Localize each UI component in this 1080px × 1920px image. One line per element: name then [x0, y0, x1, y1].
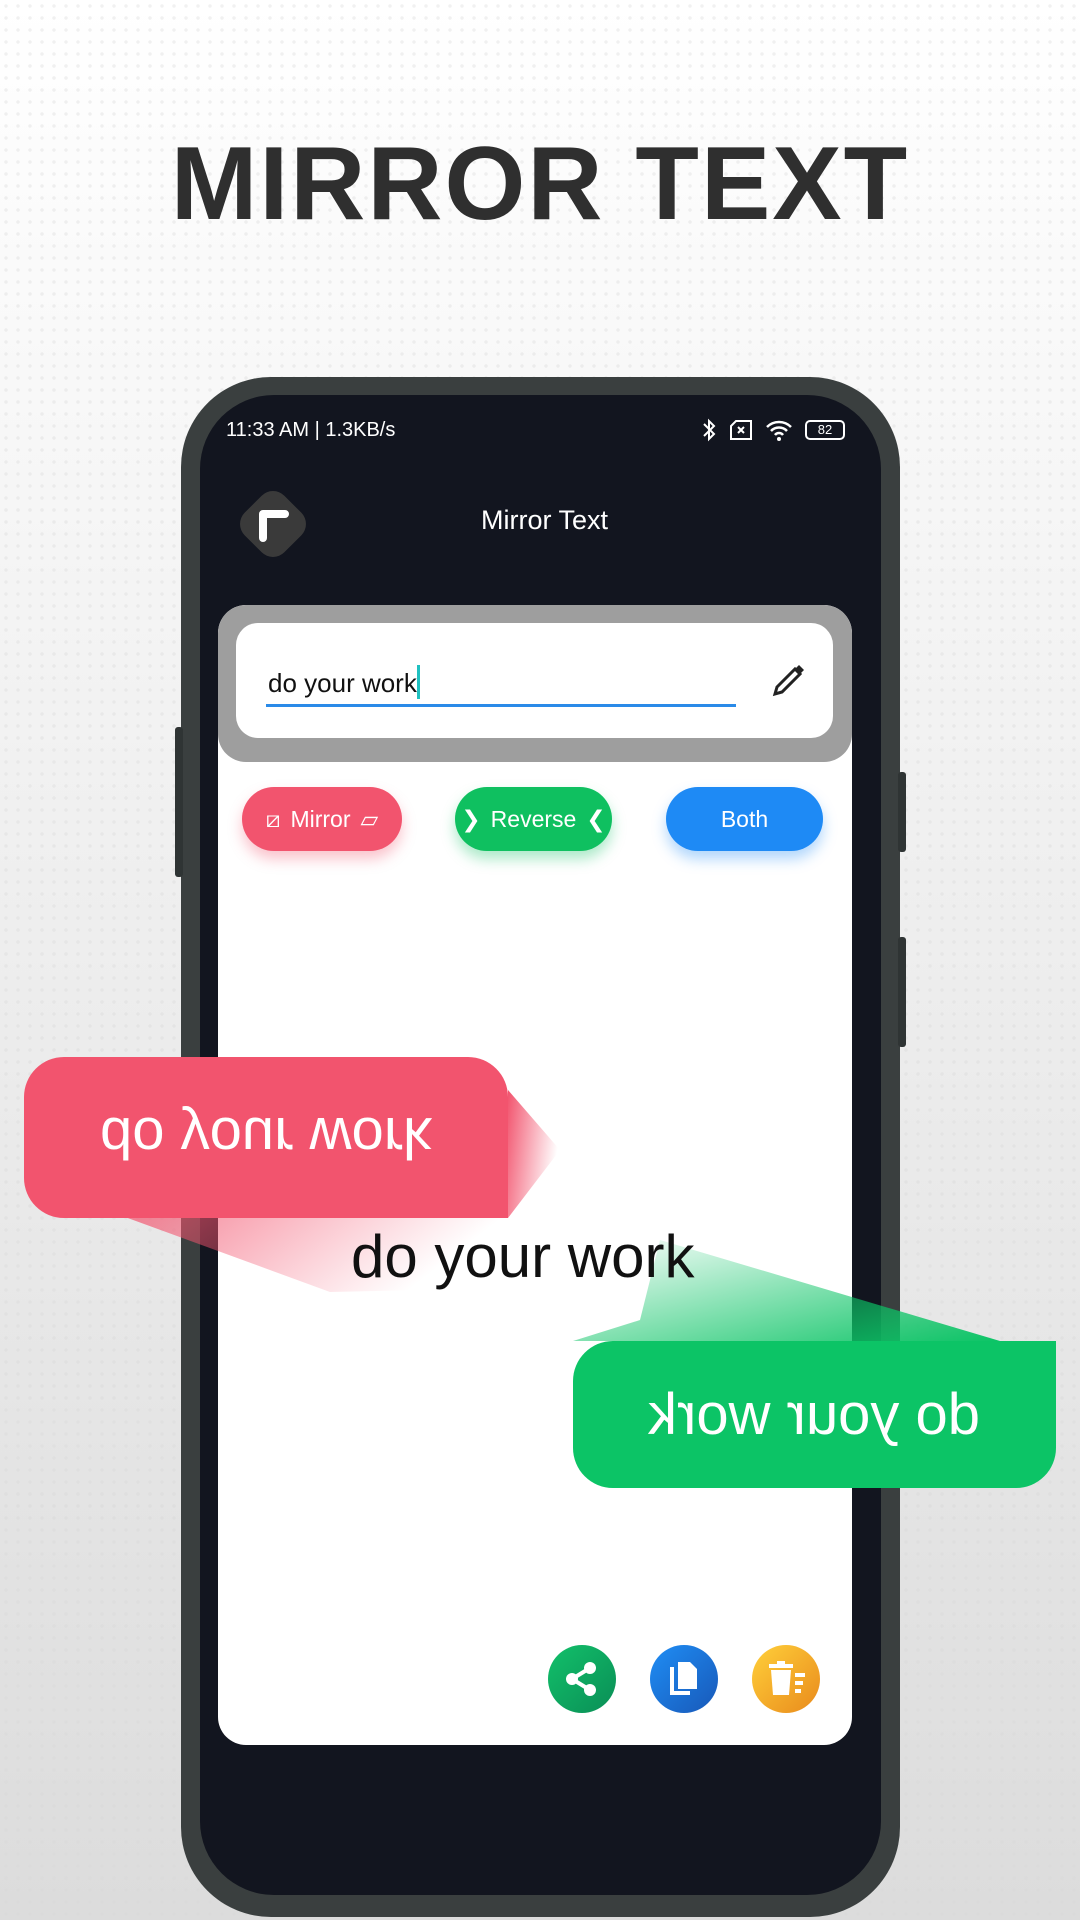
original-text: do your work — [351, 1223, 695, 1290]
mirrored-text: do your work — [99, 1105, 433, 1170]
reversed-text-bubble: do your work — [573, 1341, 1056, 1488]
reversed-text: do your work — [648, 1382, 981, 1447]
red-ribbon — [508, 1090, 560, 1218]
mirrored-text-bubble: do your work — [24, 1057, 508, 1218]
ribbon-shapes — [24, 1090, 1000, 1341]
